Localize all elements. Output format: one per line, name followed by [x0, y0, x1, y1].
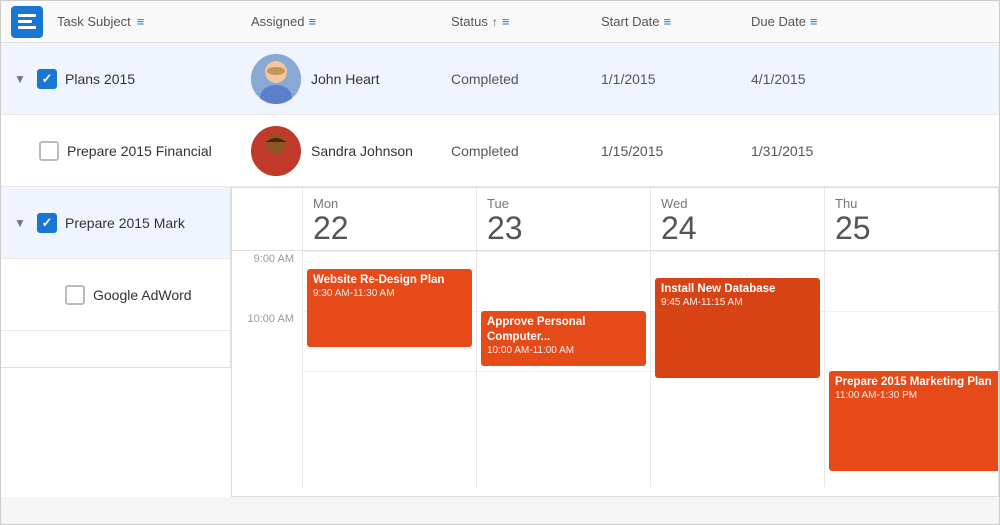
col-task-label: Task Subject [57, 14, 131, 29]
event-time-website: 9:30 AM-11:30 AM [313, 288, 466, 299]
cal-day-thu: Thu 25 [824, 188, 998, 250]
event-time-marketing: 11:00 AM-1:30 PM [835, 390, 998, 401]
cal-day-body-thu: Prepare 2015 Marketing Plan 11:00 AM-1:3… [824, 251, 998, 487]
cal-event-marketing[interactable]: Prepare 2015 Marketing Plan 11:00 AM-1:3… [829, 371, 998, 471]
cal-day-body-tue: Approve Personal Computer... 10:00 AM-11… [476, 251, 650, 487]
status-1: Completed [451, 71, 519, 87]
task-name-2: Prepare 2015 Financial [67, 143, 212, 159]
list-item: ▼ Prepare 2015 Mark [1, 187, 230, 259]
cal-day-tue: Tue 23 [476, 188, 650, 250]
task-name-4: Google AdWord [93, 287, 192, 303]
assigned-name-1: John Heart [311, 71, 379, 87]
checkbox-3[interactable] [37, 213, 57, 233]
app-icon [11, 6, 43, 38]
expand-button-3[interactable]: ▼ [11, 214, 29, 232]
task-name-1: Plans 2015 [65, 71, 135, 87]
col-assigned-label: Assigned [251, 14, 304, 29]
calendar-body: 9:00 AM 10:00 AM Website Re-Design [232, 251, 998, 487]
due-filter-icon[interactable]: ≡ [810, 14, 818, 29]
col-due-label: Due Date [751, 14, 806, 29]
chart-left: he Market... [1, 367, 231, 497]
status-2: Completed [451, 143, 519, 159]
avatar-john [251, 54, 301, 104]
list-item: Google AdWord [1, 259, 230, 331]
event-title-database: Install New Database [661, 282, 814, 297]
table-header: Task Subject ≡ Assigned ≡ Status ↑ ≡ Sta… [1, 1, 999, 43]
calendar-panel: Mon 22 Tue 23 Wed 24 Thu 25 [231, 187, 999, 497]
col-status-label: Status [451, 14, 488, 29]
start-date-1: 1/1/2015 [601, 71, 656, 87]
event-title-website: Website Re-Design Plan [313, 273, 466, 288]
assigned-filter-icon[interactable]: ≡ [308, 14, 316, 29]
event-title-marketing: Prepare 2015 Marketing Plan [835, 375, 998, 390]
event-time-approve: 10:00 AM-11:00 AM [487, 345, 640, 356]
status-sort-icon[interactable]: ↑ [492, 15, 498, 29]
due-date-2: 1/31/2015 [751, 143, 813, 159]
cal-day-body-wed: Install New Database 9:45 AM-11:15 AM [650, 251, 824, 487]
avatar-sandra [251, 126, 301, 176]
calendar-grid: Website Re-Design Plan 9:30 AM-11:30 AM … [302, 251, 998, 487]
status-filter-icon[interactable]: ≡ [502, 14, 510, 29]
cal-event-approve[interactable]: Approve Personal Computer... 10:00 AM-11… [481, 311, 646, 366]
cal-event-website[interactable]: Website Re-Design Plan 9:30 AM-11:30 AM [307, 269, 472, 347]
calendar-header: Mon 22 Tue 23 Wed 24 Thu 25 [232, 188, 998, 251]
table-row: Prepare 2015 Financial Sandra Johnson Co… [1, 115, 999, 187]
cal-day-mon: Mon 22 [302, 188, 476, 250]
assigned-name-2: Sandra Johnson [311, 143, 413, 159]
time-gutter: 9:00 AM 10:00 AM [232, 251, 302, 487]
event-title-approve: Approve Personal Computer... [487, 315, 640, 345]
side-task-panel: ▼ Prepare 2015 Mark Google AdWord he Mar… [1, 187, 231, 497]
cal-event-database[interactable]: Install New Database 9:45 AM-11:15 AM [655, 278, 820, 378]
checkbox-2[interactable] [39, 141, 59, 161]
checkbox-4[interactable] [65, 285, 85, 305]
due-date-1: 4/1/2015 [751, 71, 806, 87]
table-row: ▼ Plans 2015 John Heart Completed 1/1/20… [1, 43, 999, 115]
start-filter-icon[interactable]: ≡ [664, 14, 672, 29]
cal-day-wed: Wed 24 [650, 188, 824, 250]
task-filter-icon[interactable]: ≡ [137, 14, 145, 29]
task-name-3: Prepare 2015 Mark [65, 215, 185, 231]
expand-button-1[interactable]: ▼ [11, 70, 29, 88]
start-date-2: 1/15/2015 [601, 143, 663, 159]
cal-day-body-mon: Website Re-Design Plan 9:30 AM-11:30 AM [302, 251, 476, 487]
event-time-database: 9:45 AM-11:15 AM [661, 297, 814, 308]
checkbox-1[interactable] [37, 69, 57, 89]
col-start-label: Start Date [601, 14, 660, 29]
